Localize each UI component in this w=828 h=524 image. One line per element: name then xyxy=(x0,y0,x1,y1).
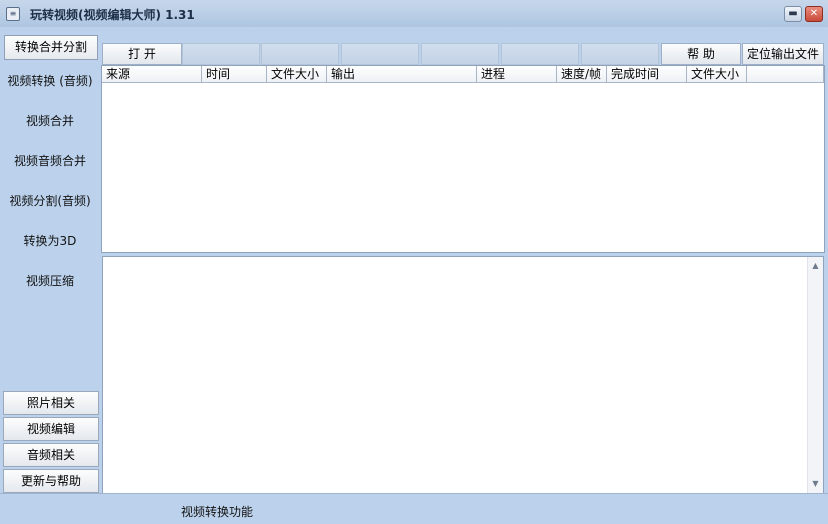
status-bar: 视频转换功能 xyxy=(0,493,828,524)
vertical-scrollbar[interactable]: ▲ ▼ xyxy=(807,257,823,493)
convert-merge-split-button[interactable]: 转换合并分割 xyxy=(4,35,98,60)
locate-output-button[interactable]: 定位输出文件 xyxy=(742,43,824,65)
scroll-up-icon[interactable]: ▲ xyxy=(808,259,823,273)
sidebar-item-video-compress[interactable]: 视频压缩 xyxy=(0,272,100,289)
close-icon: ✕ xyxy=(809,8,819,19)
scroll-down-icon[interactable]: ▼ xyxy=(808,477,823,491)
toolbar-placeholder-4 xyxy=(421,43,499,65)
close-button[interactable]: ✕ xyxy=(805,6,823,22)
toolbar-placeholder-1 xyxy=(182,43,260,65)
photo-button[interactable]: 照片相关 xyxy=(3,391,99,415)
column-header-progress[interactable]: 进程 xyxy=(477,66,557,83)
toolbar-placeholder-2 xyxy=(261,43,339,65)
status-text: 视频转换功能 xyxy=(181,505,254,519)
video-edit-button[interactable]: 视频编辑 xyxy=(3,417,99,441)
sidebar-item-video-convert[interactable]: 视频转换 (音频) xyxy=(0,72,100,89)
sidebar-item-video-merge[interactable]: 视频合并 xyxy=(0,112,100,129)
column-header-empty xyxy=(747,66,824,83)
column-header-finish-time[interactable]: 完成时间 xyxy=(607,66,687,83)
help-button[interactable]: 帮 助 xyxy=(661,43,741,65)
menu-icon[interactable]: ≡ xyxy=(6,7,20,21)
column-header-size[interactable]: 文件大小 xyxy=(267,66,327,83)
column-header-time[interactable]: 时间 xyxy=(202,66,267,83)
column-header-source[interactable]: 来源 xyxy=(102,66,202,83)
file-list[interactable]: 来源 时间 文件大小 输出 进程 速度/帧 完成时间 文件大小 xyxy=(101,65,825,253)
column-header-output-size[interactable]: 文件大小 xyxy=(687,66,747,83)
sidebar: 转换合并分割 视频转换 (音频) 视频合并 视频音频合并 视频分割(音频) 转换… xyxy=(0,27,100,493)
toolbar-placeholder-3 xyxy=(341,43,419,65)
window-title: 玩转视频(视频编辑大师) 1.31 xyxy=(30,8,195,22)
column-header-output[interactable]: 输出 xyxy=(327,66,477,83)
sidebar-item-convert-3d[interactable]: 转换为3D xyxy=(0,232,100,249)
audio-button[interactable]: 音频相关 xyxy=(3,443,99,467)
toolbar-placeholder-6 xyxy=(581,43,659,65)
sidebar-item-video-split[interactable]: 视频分割(音频) xyxy=(0,192,100,209)
column-header-speed[interactable]: 速度/帧 xyxy=(557,66,607,83)
log-textarea[interactable]: ▲ ▼ xyxy=(102,256,824,494)
sidebar-item-audio-video-merge[interactable]: 视频音频合并 xyxy=(0,152,100,169)
toolbar-placeholder-5 xyxy=(501,43,579,65)
minimize-icon: ▬ xyxy=(788,8,798,19)
open-button[interactable]: 打 开 xyxy=(102,43,182,65)
title-bar[interactable]: ≡ 玩转视频(视频编辑大师) 1.31 ▬ ✕ xyxy=(0,0,828,27)
minimize-button[interactable]: ▬ xyxy=(784,6,802,22)
update-help-button[interactable]: 更新与帮助 xyxy=(3,469,99,493)
main-panel: 打 开 帮 助 定位输出文件 来源 时间 文件大小 输出 进程 速度/帧 完成时… xyxy=(100,27,828,494)
